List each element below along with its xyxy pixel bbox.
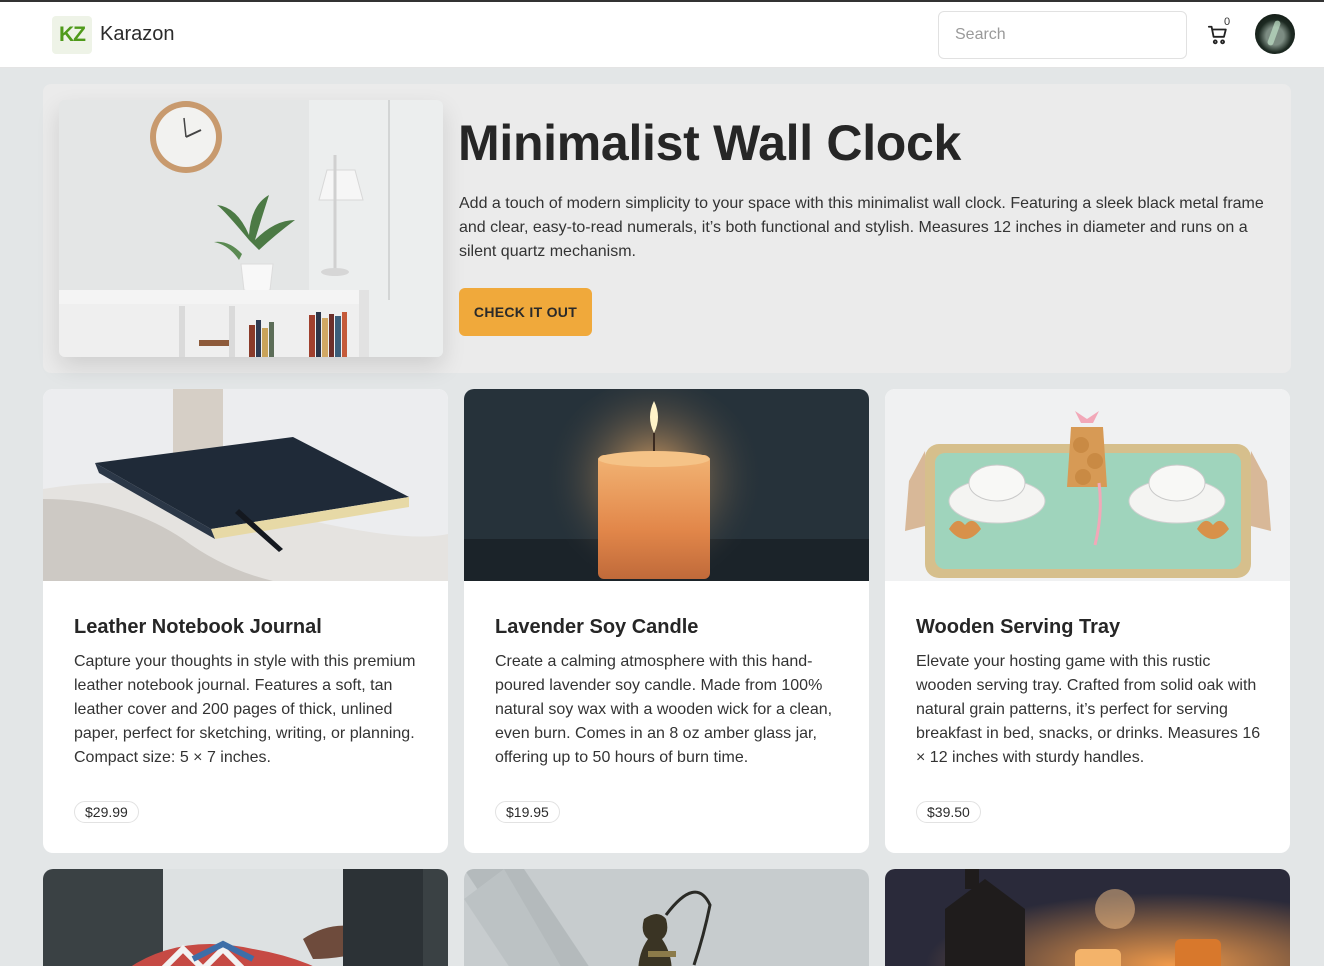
cart-count-badge: 0 bbox=[1224, 16, 1231, 28]
product-card[interactable] bbox=[464, 869, 869, 966]
price-badge: $19.95 bbox=[495, 801, 560, 823]
brand-name[interactable]: Karazon bbox=[100, 23, 175, 46]
product-description: Create a calming atmosphere with this ha… bbox=[495, 653, 833, 766]
product-image[interactable] bbox=[43, 869, 448, 966]
product-card[interactable]: Lavender Soy Candle Create a calming atm… bbox=[464, 389, 869, 853]
product-description: Capture your thoughts in style with this… bbox=[74, 653, 416, 766]
product-title[interactable]: Leather Notebook Journal bbox=[74, 616, 322, 639]
price-badge: $39.50 bbox=[916, 801, 981, 823]
hero-description: Add a touch of modern simplicity to your… bbox=[459, 195, 1264, 260]
product-card[interactable] bbox=[885, 869, 1290, 966]
product-image[interactable] bbox=[464, 389, 869, 581]
product-image[interactable] bbox=[885, 389, 1290, 581]
price-badge: $29.99 bbox=[74, 801, 139, 823]
product-card[interactable]: Wooden Serving Tray Elevate your hosting… bbox=[885, 389, 1290, 853]
product-image[interactable] bbox=[43, 389, 448, 581]
product-card[interactable]: Leather Notebook Journal Capture your th… bbox=[43, 389, 448, 853]
brand-logo[interactable]: KZ bbox=[52, 16, 92, 54]
user-avatar[interactable] bbox=[1255, 14, 1295, 54]
check-it-out-button[interactable]: CHECK IT OUT bbox=[459, 288, 592, 336]
product-title[interactable]: Lavender Soy Candle bbox=[495, 616, 698, 639]
product-card[interactable] bbox=[43, 869, 448, 966]
featured-product-hero: Minimalist Wall Clock Add a touch of mod… bbox=[43, 84, 1291, 373]
hero-product-image bbox=[59, 100, 443, 357]
product-image[interactable] bbox=[464, 869, 869, 966]
product-description: Elevate your hosting game with this rust… bbox=[916, 653, 1261, 766]
product-image[interactable] bbox=[885, 869, 1290, 966]
top-navbar: KZ Karazon 0 bbox=[0, 2, 1324, 68]
search-input[interactable] bbox=[938, 11, 1187, 59]
hero-title: Minimalist Wall Clock bbox=[458, 115, 962, 171]
product-title[interactable]: Wooden Serving Tray bbox=[916, 616, 1120, 639]
